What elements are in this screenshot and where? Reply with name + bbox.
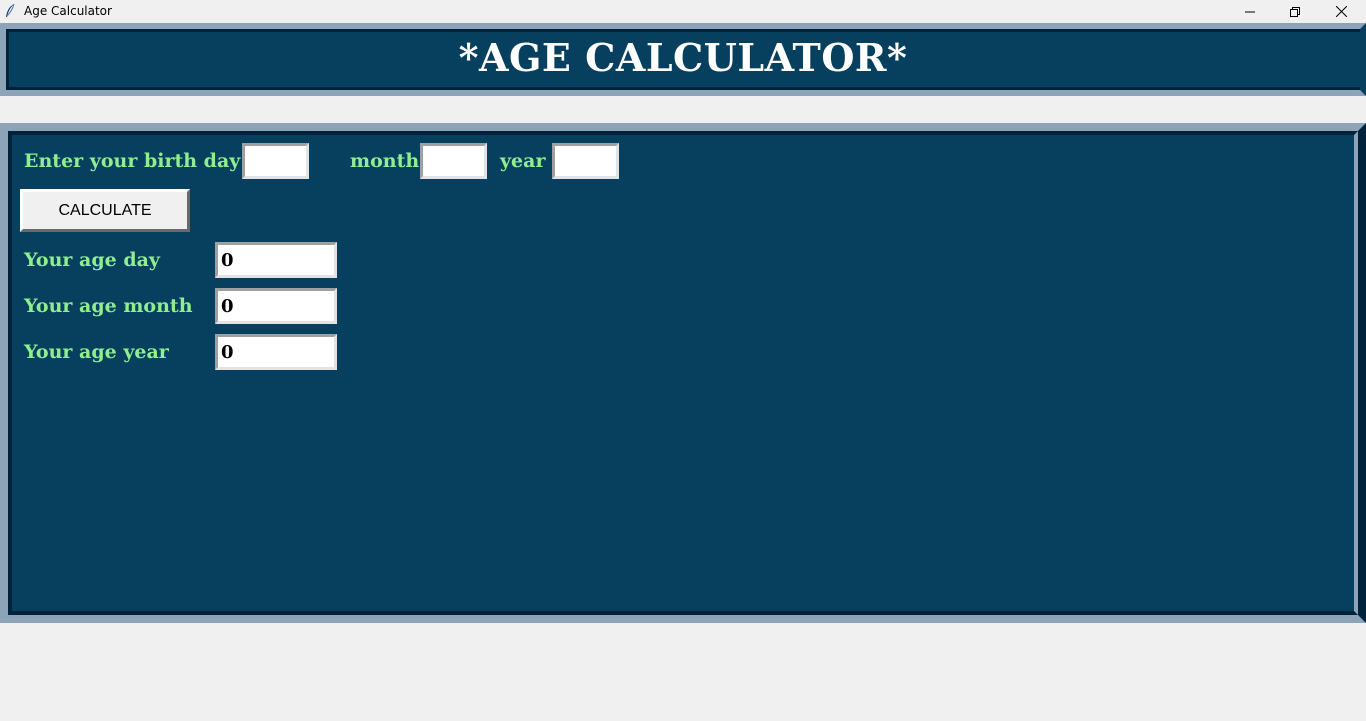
header-frame: *AGE CALCULATOR* [0,23,1366,96]
restore-button[interactable] [1272,0,1318,23]
close-icon [1335,2,1347,21]
page-title: *AGE CALCULATOR* [458,35,908,80]
birth-year-input[interactable] [552,143,619,179]
age-month-output[interactable] [215,288,337,324]
birth-day-label: Enter your birth day [24,150,241,172]
age-year-output[interactable] [215,334,337,370]
minimize-button[interactable] [1227,0,1273,23]
calculate-button[interactable]: CALCULATE [20,189,190,232]
age-month-label: Your age month [24,295,193,317]
age-year-label: Your age year [24,341,169,363]
age-day-output[interactable] [215,242,337,278]
restore-icon [1290,2,1300,21]
minimize-icon [1245,2,1255,21]
window-titlebar: Age Calculator [0,0,1366,23]
birth-day-input[interactable] [242,143,309,179]
birth-month-input[interactable] [420,143,487,179]
close-button[interactable] [1318,0,1364,23]
birth-year-label: year [500,150,546,172]
age-day-label: Your age day [24,249,160,271]
main-panel [0,123,1366,623]
feather-icon [4,3,16,19]
window-title: Age Calculator [24,4,112,18]
birth-month-label: month [350,150,420,172]
main-panel-inner [8,131,1358,615]
